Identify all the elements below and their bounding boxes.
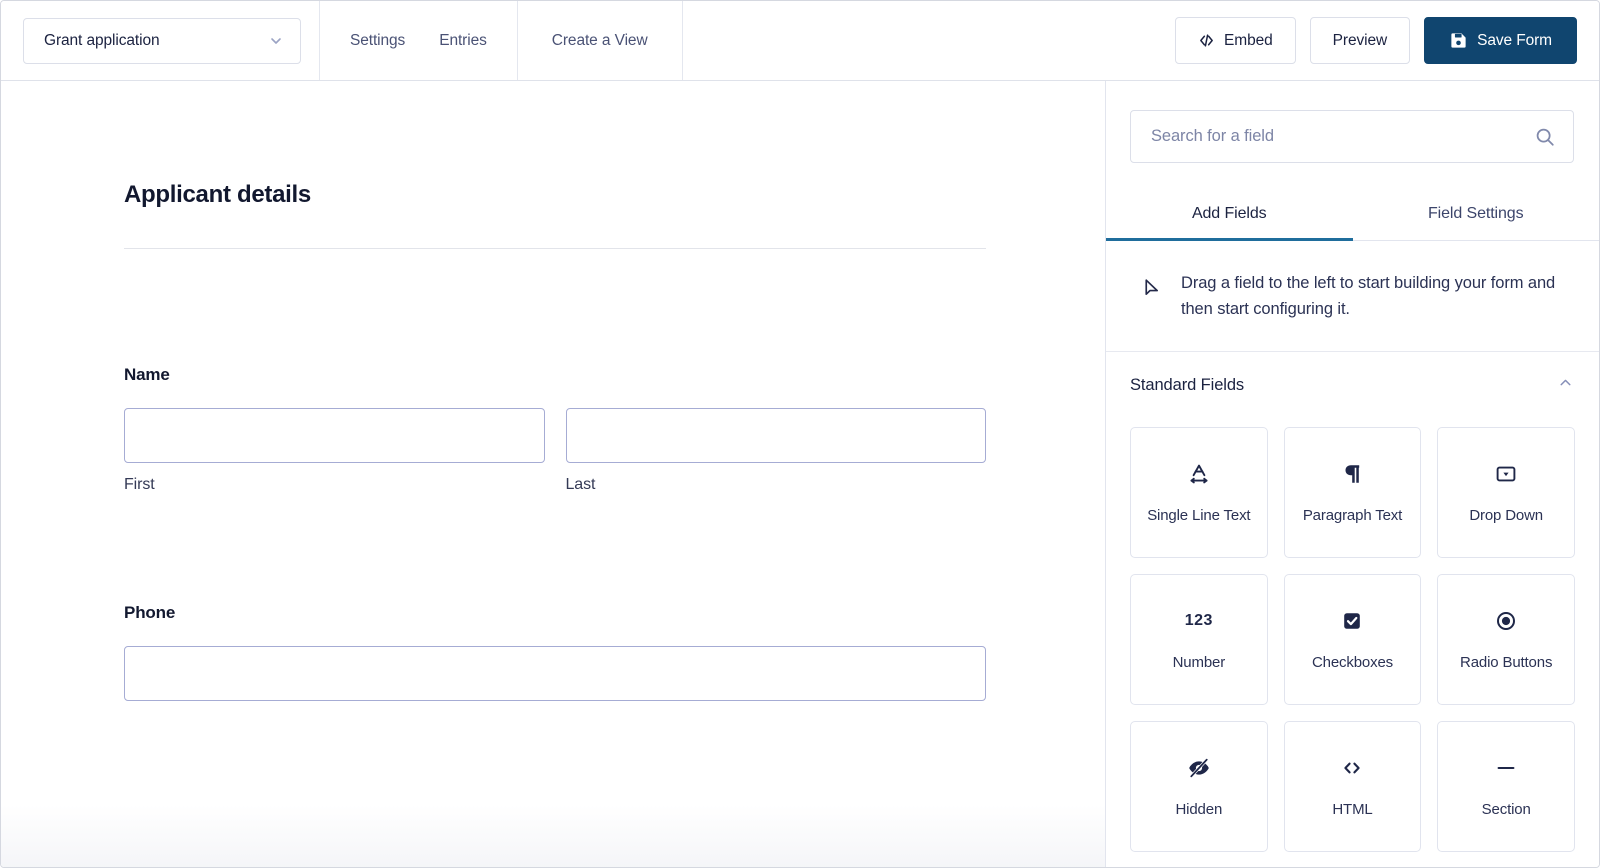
field-card-hidden[interactable]: Hidden — [1130, 721, 1268, 853]
chevron-up-icon[interactable] — [1557, 374, 1574, 396]
field-card-drop-down[interactable]: Drop Down — [1437, 427, 1575, 559]
drag-hint-text: Drag a field to the left to start buildi… — [1181, 274, 1556, 318]
field-card-single-line-text[interactable]: Single Line Text — [1130, 427, 1268, 559]
field-card-checkboxes[interactable]: Checkboxes — [1283, 574, 1422, 706]
form-section-heading: Applicant details — [124, 181, 1105, 249]
pilcrow-icon — [1340, 462, 1364, 486]
code-brackets-icon — [1198, 32, 1215, 49]
form-selector-value: Grant application — [44, 31, 160, 49]
save-form-button-label: Save Form — [1477, 31, 1552, 49]
number-123-icon: 123 — [1185, 609, 1213, 633]
builder-body: Applicant details Name First Last Phone … — [1, 81, 1599, 867]
horizontal-line-icon — [1494, 756, 1518, 780]
field-card-label: Radio Buttons — [1460, 653, 1553, 671]
field-card-label: Paragraph Text — [1302, 506, 1403, 524]
preview-button-label: Preview — [1332, 31, 1388, 49]
toolbar-actions: Embed Preview Save Form — [1175, 1, 1599, 80]
embed-button[interactable]: Embed — [1175, 17, 1296, 64]
field-card-label: Single Line Text — [1147, 506, 1251, 524]
number-123-glyph: 123 — [1184, 611, 1213, 629]
name-last-column: Last — [565, 408, 986, 494]
field-card-html[interactable]: HTML — [1283, 721, 1422, 853]
cursor-arrow-icon — [1141, 271, 1162, 305]
floppy-disk-save-icon — [1449, 31, 1468, 50]
form-selector-section: Grant application — [1, 1, 320, 80]
field-card-label: Section — [1481, 800, 1531, 818]
drop-down-icon — [1494, 462, 1518, 486]
standard-fields-grid: Single Line Text Paragraph Text Drop Dow… — [1106, 414, 1599, 867]
tab-add-fields[interactable]: Add Fields — [1106, 193, 1353, 241]
eye-slash-icon — [1187, 756, 1211, 780]
create-view-group: Create a View — [518, 1, 683, 80]
save-form-button[interactable]: Save Form — [1424, 17, 1577, 64]
phone-input[interactable] — [124, 646, 986, 701]
form-field-phone[interactable]: Phone — [124, 603, 1105, 701]
first-name-input[interactable] — [124, 408, 545, 463]
field-card-label: Drop Down — [1469, 506, 1543, 524]
form-selector-dropdown[interactable]: Grant application — [23, 17, 301, 64]
canvas-bottom-fade — [1, 805, 1105, 867]
field-card-number[interactable]: 123 Number — [1130, 574, 1268, 706]
section-divider — [124, 248, 986, 249]
form-canvas-content: Applicant details Name First Last Phone — [1, 81, 1105, 701]
radio-button-icon — [1494, 609, 1518, 633]
preview-button[interactable]: Preview — [1309, 17, 1411, 64]
page-title: Applicant details — [124, 181, 311, 208]
top-toolbar: Grant application Settings Entries Creat… — [1, 1, 1599, 81]
drag-hint: Drag a field to the left to start buildi… — [1106, 241, 1599, 353]
form-field-name[interactable]: Name First Last — [124, 365, 1105, 494]
nav-link-settings[interactable]: Settings — [350, 32, 405, 50]
field-card-section[interactable]: Section — [1437, 721, 1575, 853]
embed-button-label: Embed — [1224, 31, 1273, 49]
chevron-down-icon — [268, 33, 284, 49]
checkbox-checked-icon — [1340, 609, 1364, 633]
search-input[interactable] — [1131, 111, 1573, 162]
nav-link-create-a-view[interactable]: Create a View — [552, 32, 648, 50]
field-card-label: Number — [1172, 653, 1226, 671]
standard-fields-title: Standard Fields — [1130, 375, 1245, 394]
name-first-column: First — [124, 408, 545, 494]
form-canvas[interactable]: Applicant details Name First Last Phone — [1, 81, 1105, 867]
single-line-text-icon — [1187, 462, 1211, 486]
standard-fields-group-header[interactable]: Standard Fields — [1106, 352, 1599, 414]
field-card-radio-buttons[interactable]: Radio Buttons — [1437, 574, 1575, 706]
code-brackets-icon — [1340, 756, 1364, 780]
name-inputs-row: First Last — [124, 408, 986, 494]
nav-link-entries[interactable]: Entries — [439, 32, 487, 50]
first-name-sublabel: First — [124, 476, 155, 493]
field-label-phone: Phone — [124, 603, 176, 622]
primary-nav-group: Settings Entries — [320, 1, 518, 80]
field-search-section — [1106, 81, 1599, 163]
field-card-label: Checkboxes — [1311, 653, 1394, 671]
last-name-input[interactable] — [565, 408, 986, 463]
panel-tabs: Add Fields Field Settings — [1106, 193, 1599, 241]
form-builder-window: Grant application Settings Entries Creat… — [0, 0, 1600, 868]
field-card-label: Hidden — [1175, 800, 1223, 818]
last-name-sublabel: Last — [565, 476, 596, 493]
search-box[interactable] — [1130, 110, 1574, 163]
field-card-paragraph-text[interactable]: Paragraph Text — [1283, 427, 1422, 559]
fields-panel: Add Fields Field Settings Drag a field t… — [1105, 81, 1599, 867]
tab-field-settings[interactable]: Field Settings — [1353, 193, 1600, 240]
field-label-name: Name — [124, 365, 170, 384]
field-card-label: HTML — [1332, 800, 1373, 818]
phone-input-wrap — [124, 646, 986, 701]
